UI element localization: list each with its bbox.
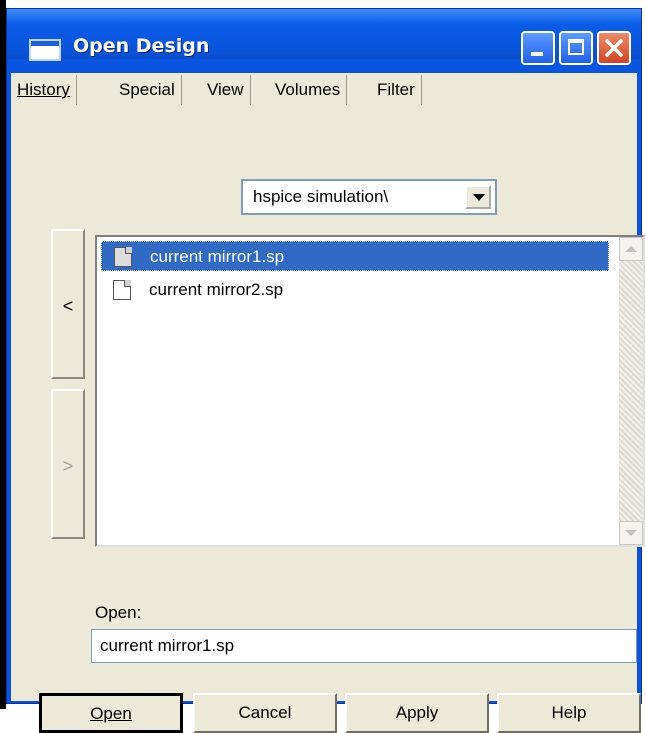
window-icon [29,39,61,61]
apply-button[interactable]: Apply [345,693,489,733]
back-button[interactable]: < [51,229,85,379]
file-list[interactable]: current mirror1.sp current mirror2.sp [95,235,645,547]
chevron-down-icon[interactable] [465,185,491,209]
list-item[interactable]: current mirror2.sp [101,275,609,305]
dialog-client-area: History Special View Volumes Filter hspi… [11,73,645,733]
menu-special[interactable]: Special [113,75,182,105]
directory-dropdown[interactable]: hspice simulation\ [241,179,497,215]
menu-filter-label: Filter [377,80,415,99]
maximize-button[interactable] [559,31,593,65]
cancel-button[interactable]: Cancel [193,693,337,733]
menu-bar: History Special View Volumes Filter [11,73,637,109]
minimize-icon [531,52,543,56]
file-name: current mirror1.sp [150,247,285,266]
open-button[interactable]: Open [39,693,183,733]
menu-volumes[interactable]: Volumes [269,75,348,105]
open-field-label: Open: [95,603,142,622]
close-button[interactable] [597,31,631,65]
title-bar[interactable]: Open Design [7,9,641,65]
menu-filter[interactable]: Filter [371,75,422,105]
back-arrow-icon: < [62,296,74,316]
file-list-items: current mirror1.sp current mirror2.sp [97,237,619,545]
cancel-button-label: Cancel [238,703,292,722]
open-filename-input[interactable]: current mirror1.sp [91,629,637,663]
help-button-label: Help [551,703,587,722]
scroll-up-button[interactable] [619,237,643,261]
directory-selected: hspice simulation\ [253,187,389,206]
scroll-down-button[interactable] [619,521,643,545]
forward-arrow-icon: > [62,456,74,476]
file-icon [113,280,131,300]
close-icon [605,39,623,57]
dialog-panel: hspice simulation\ < > current mirror1.s… [11,109,645,733]
menu-history[interactable]: History [11,75,77,105]
forward-button[interactable]: > [51,389,85,539]
minimize-button[interactable] [521,31,555,65]
menu-special-label: Special [119,80,175,99]
window-title: Open Design [73,35,210,57]
open-button-label: Open [90,704,132,723]
help-button[interactable]: Help [497,693,641,733]
menu-view[interactable]: View [201,75,251,105]
file-name: current mirror2.sp [149,280,284,299]
apply-button-label: Apply [395,703,439,722]
menu-history-label: History [17,80,70,99]
menu-volumes-label: Volumes [275,80,341,99]
maximize-icon [568,39,584,55]
vertical-scrollbar[interactable] [619,237,643,545]
file-icon [114,247,132,267]
list-item[interactable]: current mirror1.sp [101,241,609,271]
open-design-dialog: Open Design History Special View Volumes… [6,8,645,733]
menu-view-label: View [207,80,244,99]
